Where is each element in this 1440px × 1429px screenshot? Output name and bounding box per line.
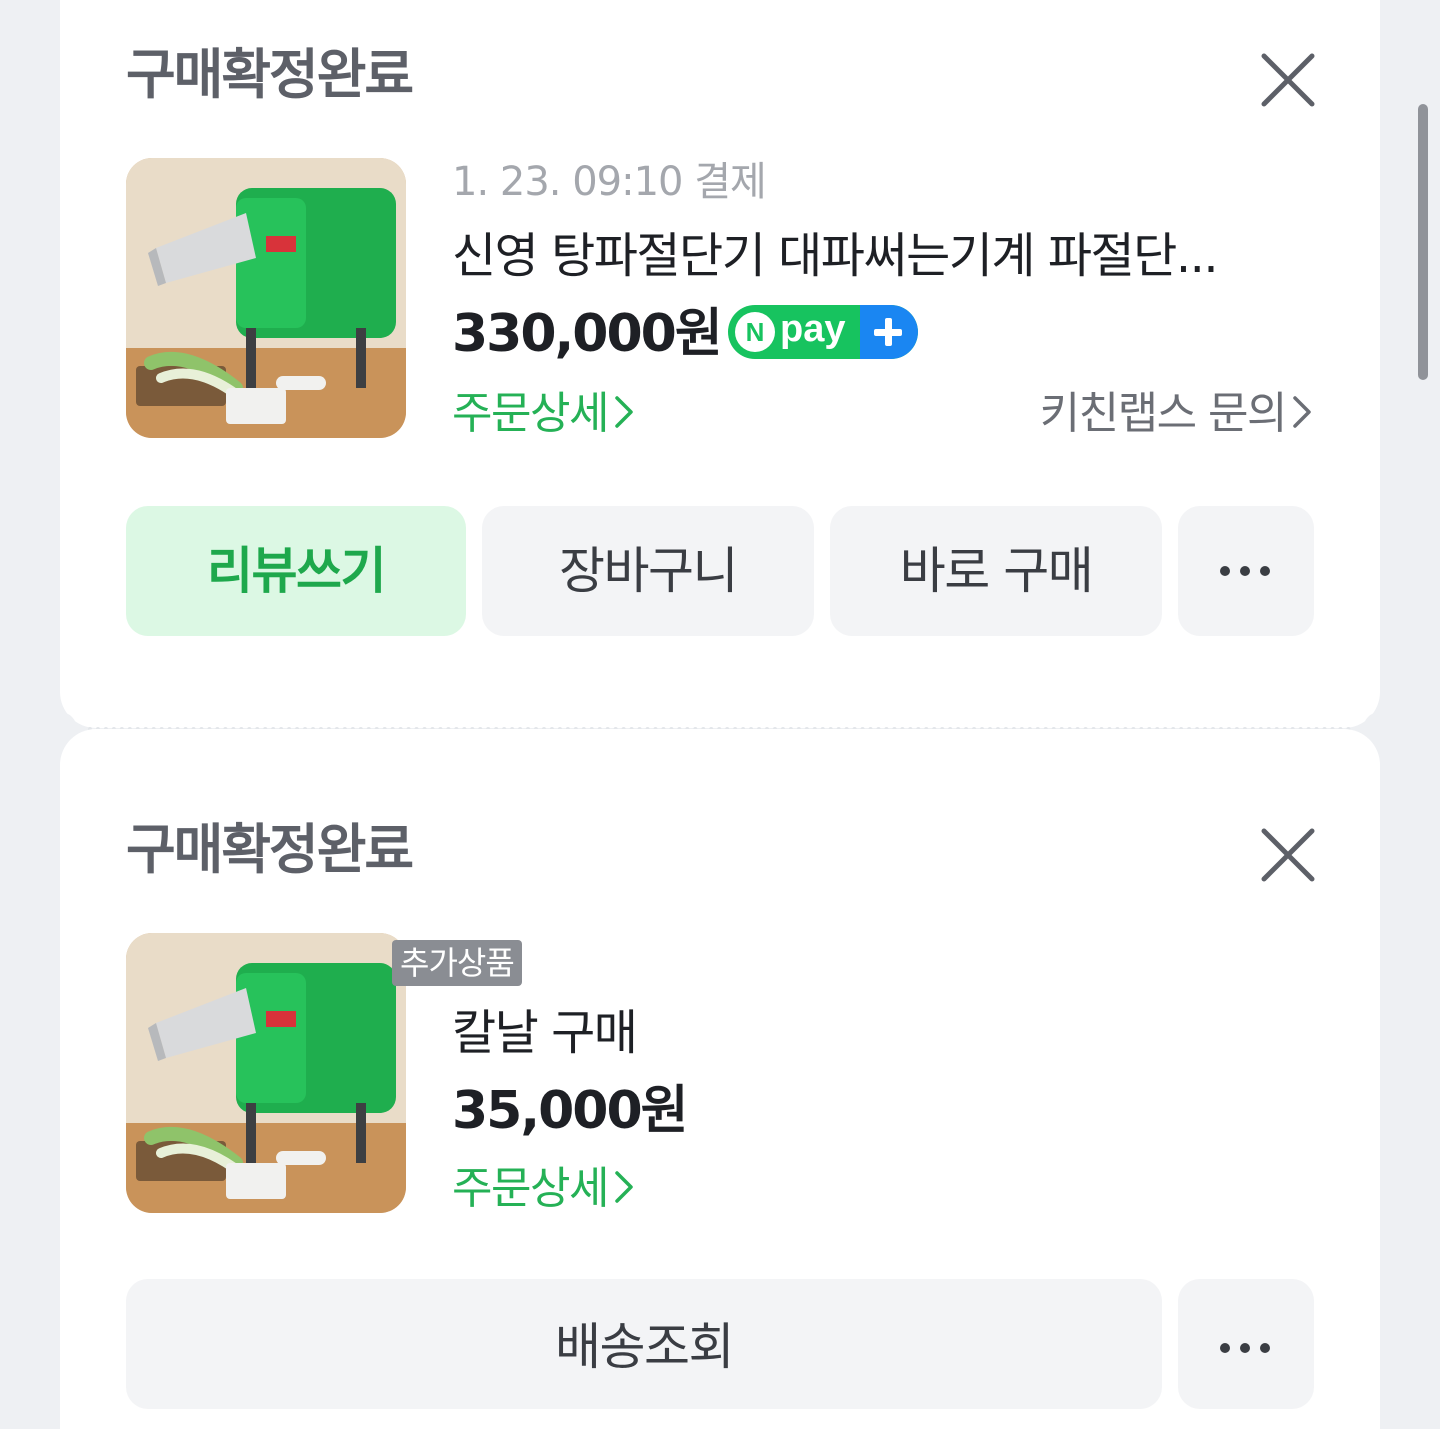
product-name[interactable]: 신영 탕파절단기 대파써는기계 파절단... [452,232,1219,280]
chevron-right-icon [615,1171,633,1203]
product-price: 35,000원 [452,1081,689,1141]
more-dots-icon [1220,1343,1270,1353]
seller-inquiry-label: 키친랩스 문의 [1039,388,1288,439]
order-detail-link[interactable]: 주문상세 [452,1167,636,1211]
track-delivery-button[interactable]: 배송조회 [126,1279,1162,1409]
chevron-right-icon [615,396,633,428]
npay-plus-badge: N pay [728,305,918,359]
product-thumbnail[interactable] [126,933,406,1213]
close-icon[interactable] [1256,48,1320,112]
order-card-1: 구매확정완료 1. 23. 09:10 결제 신영 탕파절단기 대파써는기계 파… [60,0,1380,728]
npay-badge-label: pay [780,308,846,350]
more-button[interactable] [1178,1279,1314,1409]
order-detail-link[interactable]: 주문상세 [452,392,636,436]
product-price: 330,000원 [452,304,723,364]
product-name[interactable]: 칼날 구매 [452,1009,638,1057]
plus-icon [860,305,918,359]
order-detail-label: 주문상세 [452,388,609,439]
write-review-button[interactable]: 리뷰쓰기 [126,506,466,636]
order-status: 구매확정완료 [126,43,414,106]
additional-product-tag: 추가상품 [392,940,522,986]
order-status: 구매확정완료 [126,818,414,881]
more-dots-icon [1220,566,1270,576]
close-icon[interactable] [1256,823,1320,887]
more-button[interactable] [1178,506,1314,636]
order-detail-label: 주문상세 [452,1163,609,1214]
npay-n-icon: N [735,312,775,352]
chevron-right-icon [1293,396,1311,428]
payment-date: 1. 23. 09:10 결제 [452,159,767,205]
add-to-cart-button[interactable]: 장바구니 [482,506,814,636]
order-card-2: 구매확정완료 칼날 구매 35,000원 주문상세 배송조회 [60,729,1380,1429]
product-thumbnail[interactable] [126,158,406,438]
seller-inquiry-link[interactable]: 키친랩스 문의 [1040,392,1314,436]
scrollbar[interactable] [1418,104,1428,380]
buy-now-button[interactable]: 바로 구매 [830,506,1162,636]
